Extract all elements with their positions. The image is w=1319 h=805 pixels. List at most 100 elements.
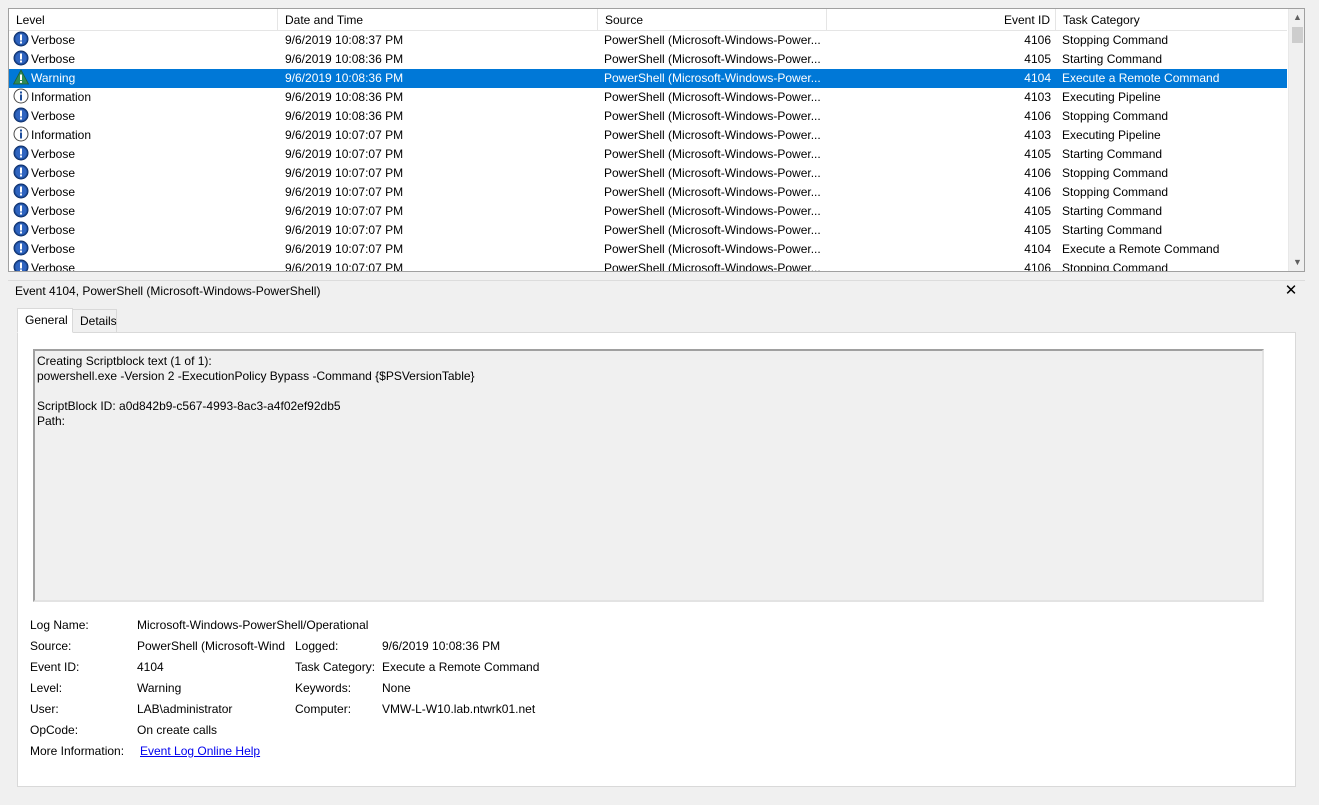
level-cell: Verbose [13,240,277,259]
user-label: User: [30,702,59,716]
level-text: Information [31,90,92,104]
level-cell: Verbose [13,221,277,240]
table-row[interactable]: Warning 9/6/2019 10:08:36 PM PowerShell (M… [9,69,1287,88]
close-icon[interactable]: ✕ [1282,282,1300,300]
column-header-event-id[interactable]: Event ID [827,9,1056,31]
task-category-value[interactable]: Execute a Remote Command [382,657,539,678]
table-row[interactable]: Verbose 9/6/2019 10:07:07 PM PowerShell (M… [9,259,1287,271]
general-tab-panel: Creating Scriptblock text (1 of 1): powe… [17,332,1296,787]
event-id-cell: 4106 [1024,185,1051,199]
task-category-cell: Stopping Command [1062,261,1169,271]
log-name-value[interactable]: Microsoft-Windows-PowerShell/Operational [137,615,368,636]
level-cell: Verbose [13,183,277,202]
level-cell: Verbose [13,202,277,221]
task-category-cell: Execute a Remote Command [1062,242,1220,256]
source-cell: PowerShell (Microsoft-Windows-Power... [604,261,821,271]
scroll-down-icon[interactable]: ▼ [1289,254,1304,271]
event-id-cell: 4104 [1024,71,1051,85]
column-header-date[interactable]: Date and Time [278,9,598,31]
date-cell: 9/6/2019 10:07:07 PM [285,242,404,256]
event-id-value[interactable]: 4104 [137,657,164,678]
level-cell: Verbose [13,107,277,126]
table-row[interactable]: Verbose 9/6/2019 10:08:36 PM PowerShell (M… [9,50,1287,69]
task-category-cell: Executing Pipeline [1062,128,1161,142]
scroll-thumb[interactable] [1292,27,1303,43]
event-viewer-window: Level Date and Time Source Event ID Task… [0,0,1319,805]
table-row[interactable]: Information 9/6/2019 10:07:07 PM PowerShel… [9,126,1287,145]
date-cell: 9/6/2019 10:08:36 PM [285,90,404,104]
tab-general[interactable]: General [17,308,73,333]
table-row[interactable]: Verbose 9/6/2019 10:07:07 PM PowerShell (M… [9,240,1287,259]
keywords-label: Keywords: [295,681,352,695]
date-cell: 9/6/2019 10:07:07 PM [285,147,404,161]
source-cell: PowerShell (Microsoft-Windows-Power... [604,147,821,161]
level-cell: Information [13,126,277,145]
level-text: Verbose [31,52,76,66]
date-cell: 9/6/2019 10:07:07 PM [285,261,404,271]
event-log-online-help-link[interactable]: Event Log Online Help [140,741,260,762]
level-text: Verbose [31,204,76,218]
level-text: Verbose [31,223,76,237]
event-message-textbox[interactable]: Creating Scriptblock text (1 of 1): powe… [33,349,1264,602]
level-text: Verbose [31,242,76,256]
table-row[interactable]: Verbose 9/6/2019 10:08:37 PM PowerShell (M… [9,31,1287,50]
column-header-level[interactable]: Level [9,9,278,31]
level-cell: Warning [13,69,277,88]
table-row[interactable]: Verbose 9/6/2019 10:07:07 PM PowerShell (M… [9,145,1287,164]
task-category-cell: Stopping Command [1062,33,1169,47]
verbose-icon [13,183,31,199]
source-cell: PowerShell (Microsoft-Windows-Power... [604,128,821,142]
column-header-source[interactable]: Source [598,9,827,31]
level-text: Verbose [31,33,76,47]
date-cell: 9/6/2019 10:07:07 PM [285,204,404,218]
source-cell: PowerShell (Microsoft-Windows-Power... [604,33,821,47]
information-icon [13,126,31,142]
table-row[interactable]: Verbose 9/6/2019 10:07:07 PM PowerShell (M… [9,183,1287,202]
source-cell: PowerShell (Microsoft-Windows-Power... [604,109,821,123]
user-value[interactable]: LAB\administrator [137,699,232,720]
event-id-cell: 4106 [1024,33,1051,47]
source-cell: PowerShell (Microsoft-Windows-Power... [604,166,821,180]
source-cell: PowerShell (Microsoft-Windows-Power... [604,223,821,237]
verbose-icon [13,50,31,66]
level-text: Verbose [31,109,76,123]
opcode-value[interactable]: On create calls [137,720,217,741]
verbose-icon [13,164,31,180]
event-id-cell: 4104 [1024,242,1051,256]
level-label: Level: [30,681,63,695]
verbose-icon [13,107,31,123]
event-list: Level Date and Time Source Event ID Task… [8,8,1305,272]
tab-details[interactable]: Details [72,309,117,333]
message-line [37,384,1260,399]
source-cell: PowerShell (Microsoft-Windows-Power... [604,52,821,66]
verbose-icon [13,240,31,256]
keywords-value[interactable]: None [382,678,411,699]
table-row[interactable]: Verbose 9/6/2019 10:07:07 PM PowerShell (M… [9,202,1287,221]
table-row[interactable]: Verbose 9/6/2019 10:08:36 PM PowerShell (M… [9,107,1287,126]
verbose-icon [13,202,31,218]
computer-value[interactable]: VMW-L-W10.lab.ntwrk01.net [382,699,535,720]
scroll-up-icon[interactable]: ▲ [1289,9,1304,26]
column-header-task-category[interactable]: Task Category [1056,9,1287,31]
more-information-label: More Information: [30,744,125,758]
table-row[interactable]: Information 9/6/2019 10:08:36 PM PowerShel… [9,88,1287,107]
list-scrollbar[interactable]: ▲ ▼ [1288,9,1304,271]
logged-label: Logged: [295,639,339,653]
level-cell: Verbose [13,259,277,271]
message-line: ScriptBlock ID: a0d842b9-c567-4993-8ac3-… [37,399,341,413]
date-cell: 9/6/2019 10:08:37 PM [285,33,404,47]
source-value[interactable]: PowerShell (Microsoft-Wind [137,636,287,657]
event-id-cell: 4106 [1024,261,1051,271]
verbose-icon [13,145,31,161]
task-category-cell: Stopping Command [1062,109,1169,123]
table-row[interactable]: Verbose 9/6/2019 10:07:07 PM PowerShell (M… [9,164,1287,183]
logged-value[interactable]: 9/6/2019 10:08:36 PM [382,636,500,657]
warning-icon [13,69,31,85]
source-cell: PowerShell (Microsoft-Windows-Power... [604,185,821,199]
date-cell: 9/6/2019 10:08:36 PM [285,52,404,66]
level-cell: Verbose [13,31,277,50]
opcode-label: OpCode: [30,723,79,737]
computer-label: Computer: [295,702,352,716]
level-value[interactable]: Warning [137,678,181,699]
table-row[interactable]: Verbose 9/6/2019 10:07:07 PM PowerShell (M… [9,221,1287,240]
